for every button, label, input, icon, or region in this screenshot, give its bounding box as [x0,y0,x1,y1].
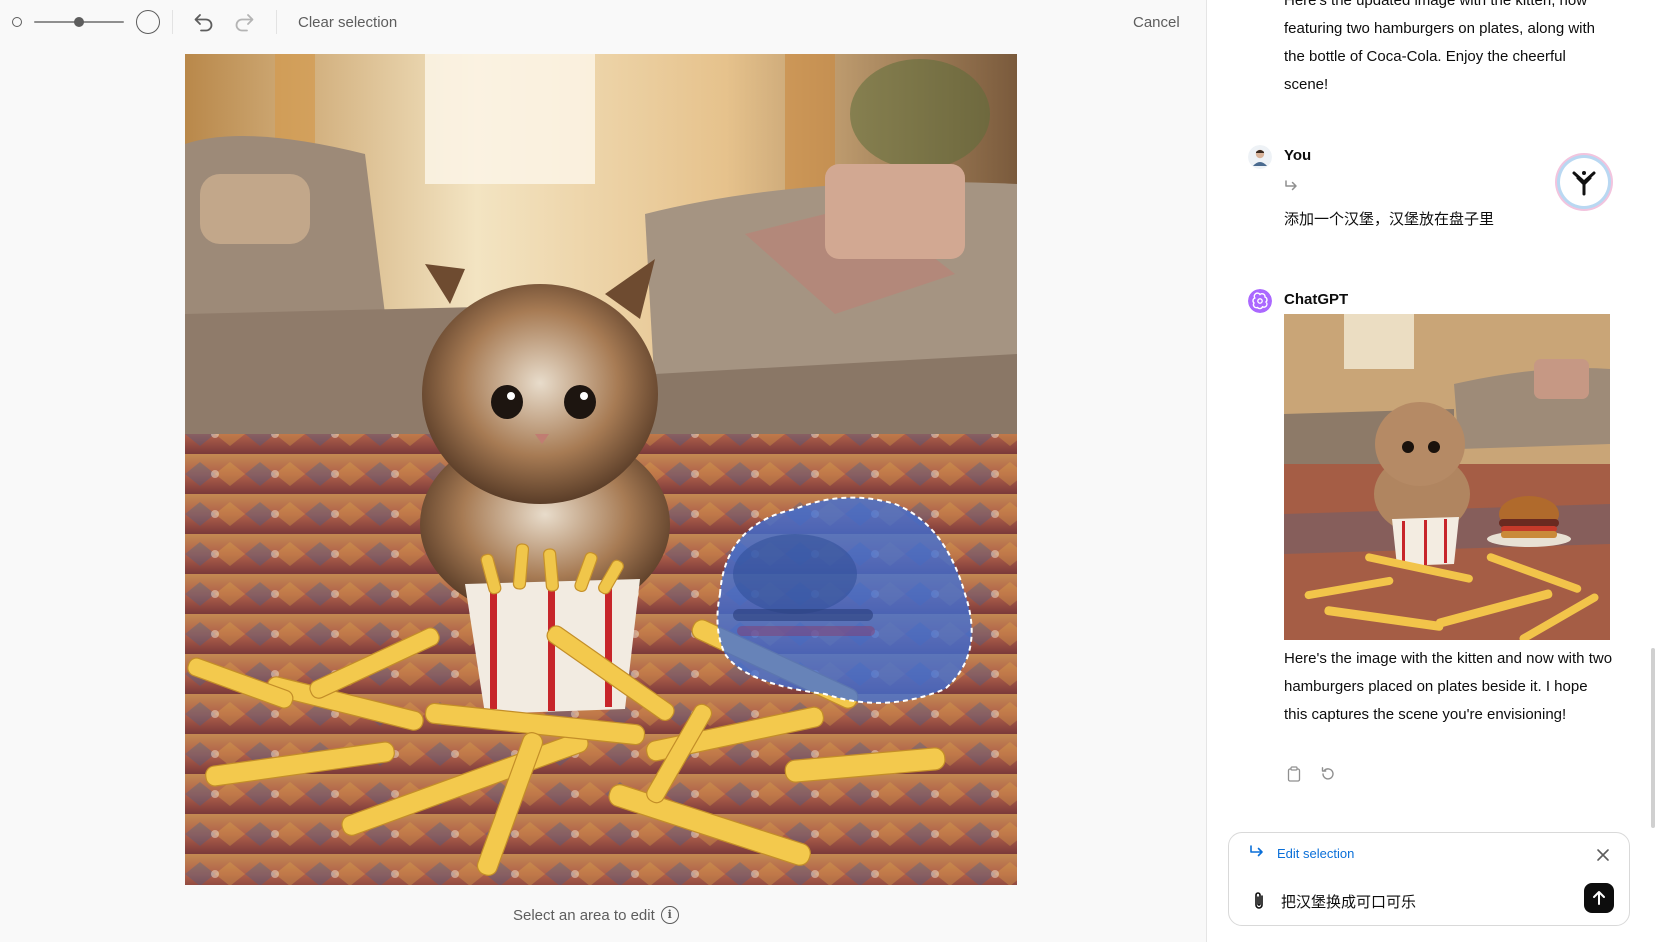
undo-icon[interactable] [191,10,217,34]
toolbar-divider [276,10,277,34]
image-editor-pane: Clear selection Cancel Select an area to… [0,0,1207,942]
paperclip-icon[interactable] [1249,890,1269,912]
gpt-logo-badge[interactable] [1560,158,1608,206]
assistant-name: ChatGPT [1284,291,1349,308]
info-icon[interactable]: i [660,906,679,924]
message-input[interactable] [1281,889,1571,913]
user-name: You [1284,147,1312,164]
user-message-text: 添加一个汉堡，汉堡放在盘子里 [1284,210,1495,228]
reply-arrow-icon [1284,179,1298,197]
assistant-message: ChatGPT [1248,289,1648,313]
copy-icon[interactable] [1284,764,1304,784]
brush-size-slider[interactable] [34,11,124,33]
result-image[interactable] [1284,314,1610,640]
close-icon[interactable] [1593,845,1613,865]
brush-large-icon[interactable] [136,10,160,34]
chat-pane: Here's the updated image with the kitten… [1208,0,1655,942]
message-actions [1284,764,1338,784]
redo-icon[interactable] [231,10,257,34]
edit-selection-arrow-icon [1249,845,1265,864]
cancel-button[interactable]: Cancel [1133,14,1180,31]
chat-scrollbar[interactable] [1651,648,1655,828]
toolbar-divider [172,10,173,34]
clear-selection-button[interactable]: Clear selection [298,14,397,31]
user-avatar [1248,145,1272,169]
arrow-up-icon [1593,891,1605,905]
editor-toolbar: Clear selection Cancel [0,0,1206,44]
brush-small-icon[interactable] [12,17,22,27]
edit-canvas[interactable] [185,54,1017,885]
message-composer: Edit selection [1228,832,1630,926]
previous-assistant-message: Here's the updated image with the kitten… [1284,0,1596,93]
generated-image-kitten-with-fries [185,54,1017,885]
regenerate-icon[interactable] [1318,764,1338,784]
send-button[interactable] [1584,883,1614,913]
assistant-message-text: Here's the image with the kitten and now… [1284,650,1613,723]
slider-thumb[interactable] [74,17,84,27]
chatgpt-avatar [1248,289,1272,313]
edit-hint: Select an area to edit i [513,906,679,924]
edit-selection-label: Edit selection [1277,846,1355,861]
edit-hint-text: Select an area to edit [513,906,655,924]
